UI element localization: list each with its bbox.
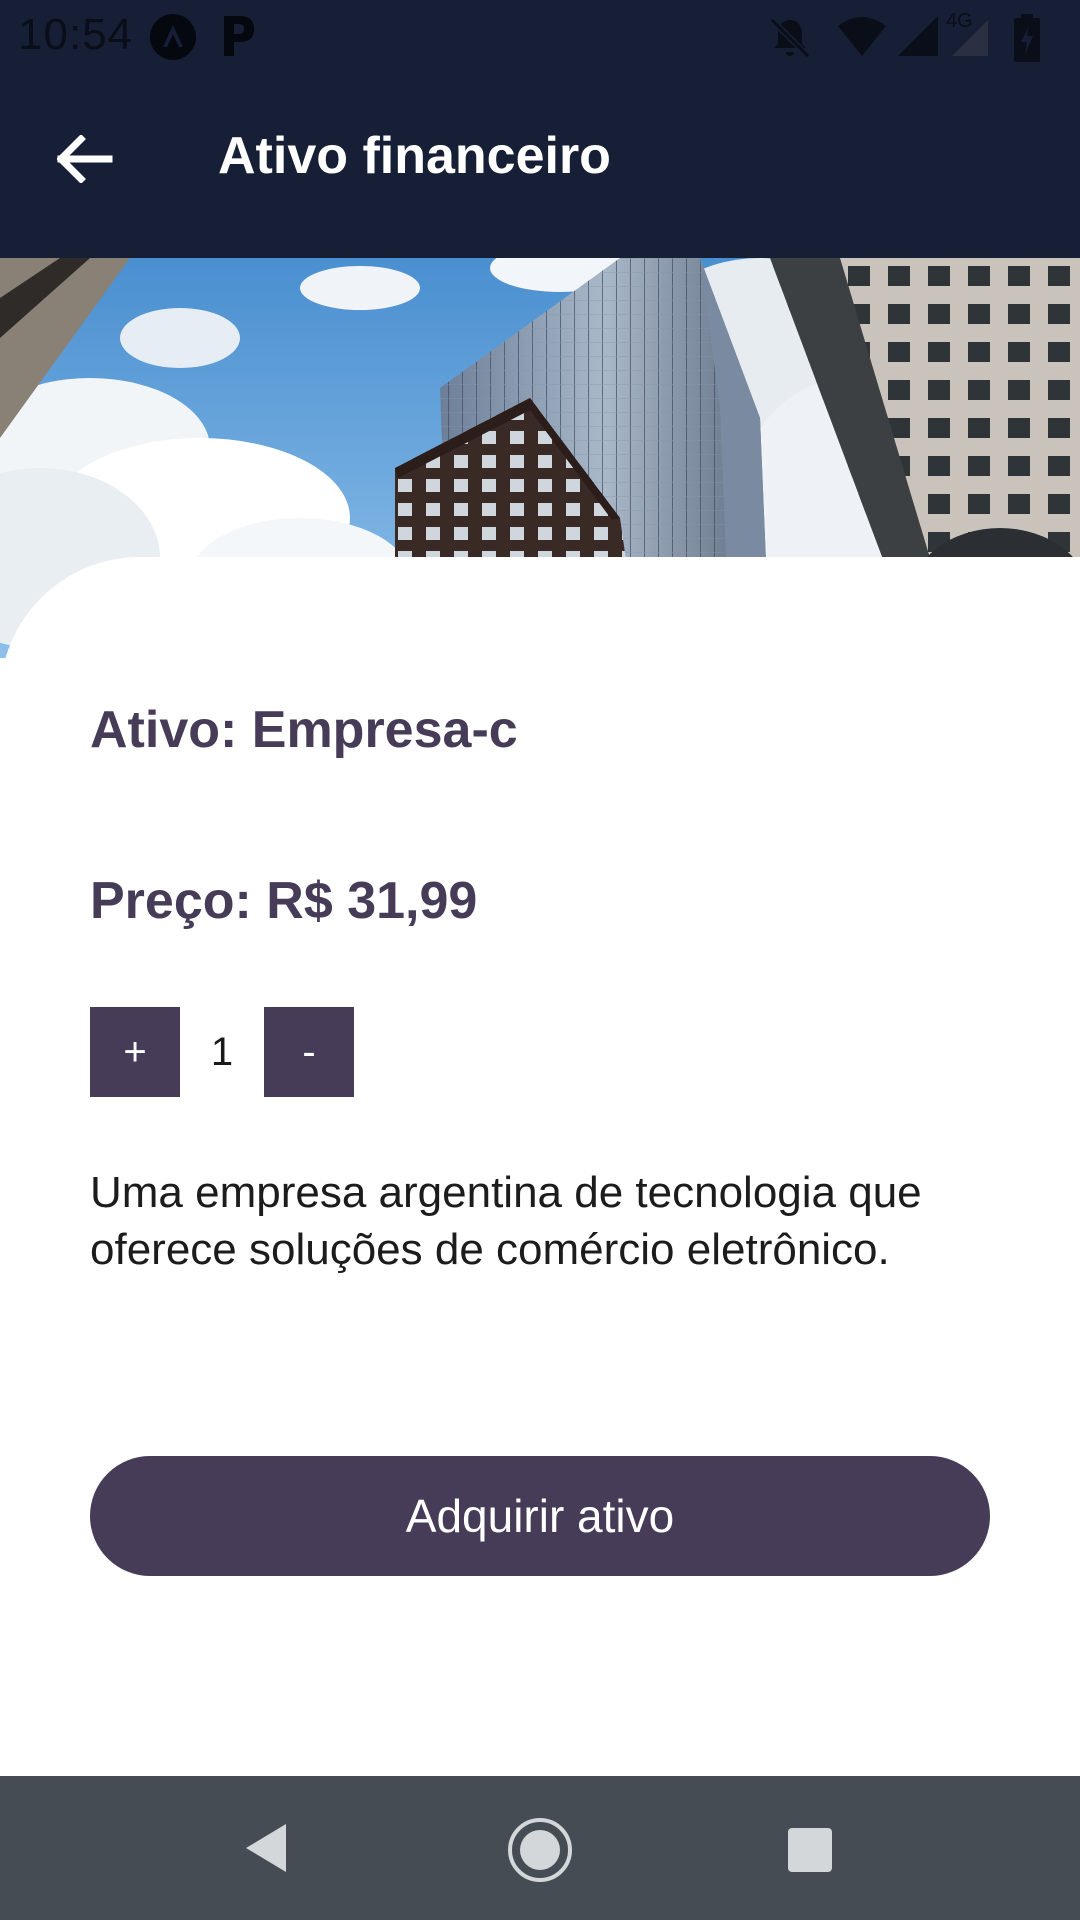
asset-description: Uma empresa argentina de tecnologia que … [90, 1168, 922, 1274]
screen: 10:54 4G Ativo financeiro Ativo: Empresa… [0, 0, 1080, 1920]
decrement-button[interactable]: - [264, 1007, 354, 1097]
status-icons: 4G [766, 10, 1066, 62]
asset-name: Ativo: Empresa-c [90, 701, 518, 759]
signal-4g-icon [952, 20, 988, 56]
signal-icon [898, 16, 938, 56]
system-nav-bar [0, 1776, 1080, 1920]
wifi-icon [838, 17, 886, 56]
asset-price: Preço: R$ 31,99 [90, 872, 478, 930]
quantity-value: 1 [210, 1029, 234, 1074]
app-bar: Ativo financeiro [0, 74, 1080, 258]
asset-card: Ativo: Empresa-c Preço: R$ 31,99 + 1 - U… [0, 557, 1080, 1777]
app-circle-icon [150, 14, 196, 60]
page-title: Ativo financeiro [218, 127, 611, 185]
quantity-stepper: + 1 - [90, 1007, 390, 1097]
arrow-back-icon [57, 135, 113, 183]
acquire-asset-button[interactable]: Adquirir ativo [90, 1456, 990, 1576]
status-bar: 10:54 4G [0, 0, 1080, 74]
p-icon [218, 10, 258, 60]
increment-button[interactable]: + [90, 1007, 180, 1097]
nav-recents-icon[interactable] [786, 1826, 834, 1874]
nav-home-icon[interactable] [506, 1816, 574, 1884]
back-button[interactable] [40, 114, 130, 204]
notifications-off-icon [769, 17, 811, 59]
status-time: 10:54 [18, 10, 134, 59]
battery-icon [1014, 14, 1040, 62]
nav-back-icon[interactable] [242, 1820, 290, 1876]
